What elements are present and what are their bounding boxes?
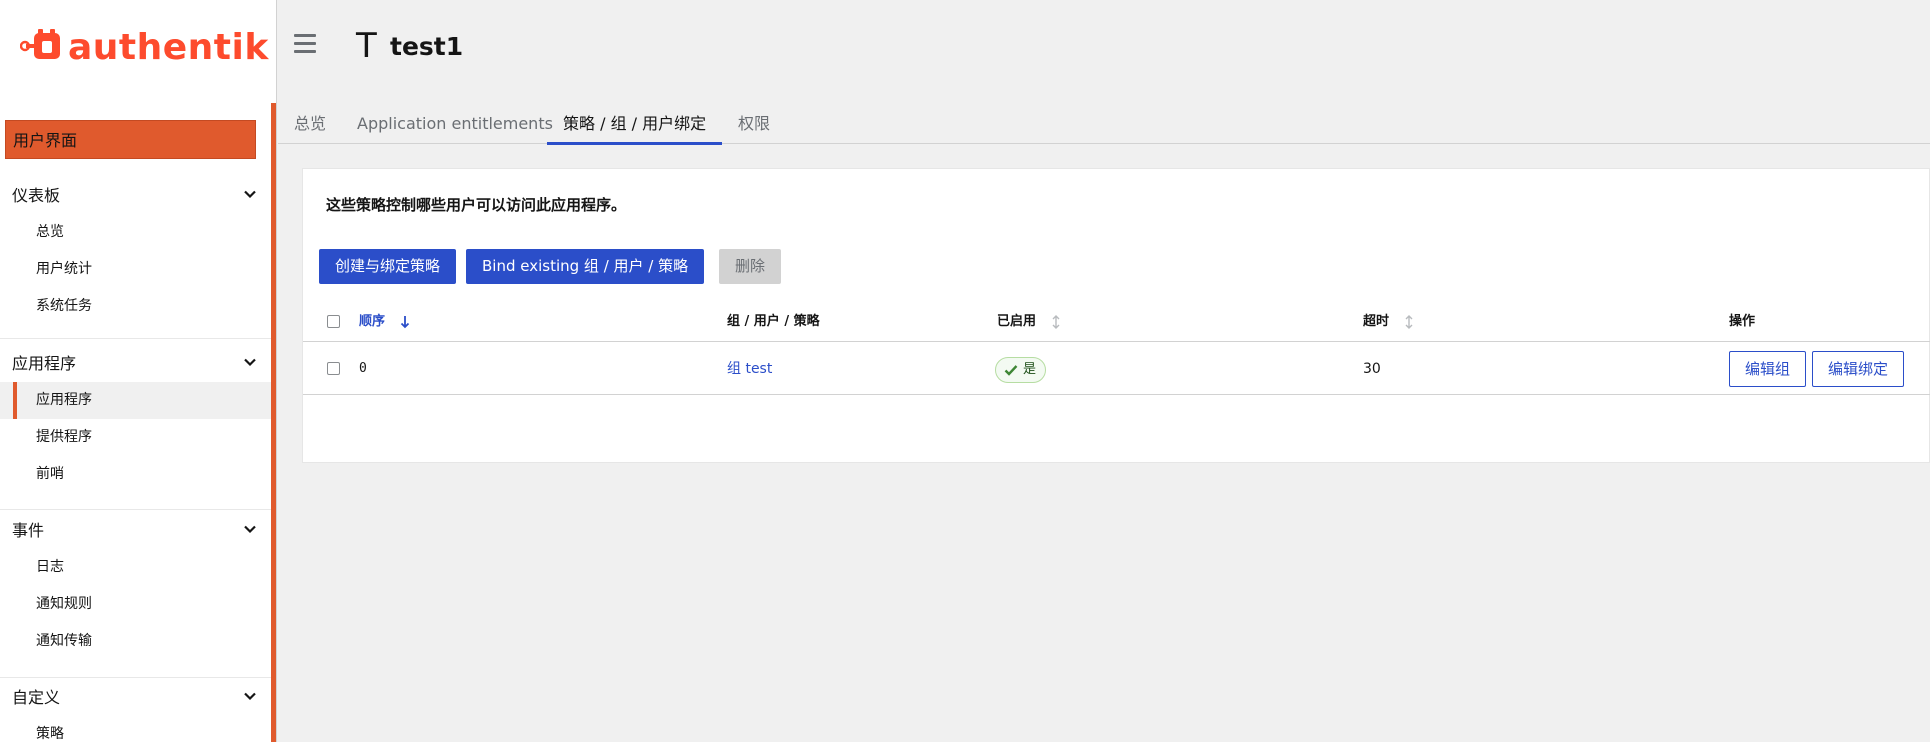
nav-section-events: 事件 日志 通知规则 通知传输 bbox=[0, 509, 271, 660]
brand-name: authentik bbox=[68, 27, 269, 68]
nav-section-label: 自定义 bbox=[12, 688, 61, 707]
chevron-down-icon bbox=[244, 692, 256, 701]
sidebar-item-notification-transports[interactable]: 通知传输 bbox=[0, 623, 271, 660]
edit-group-button[interactable]: 编辑组 bbox=[1729, 351, 1807, 387]
policy-bindings-card: 这些策略控制哪些用户可以访问此应用程序。 创建与绑定策略 Bind existi… bbox=[302, 168, 1930, 463]
bind-existing-button[interactable]: Bind existing 组 / 用户 / 策略 bbox=[466, 249, 705, 284]
tab-overview[interactable]: 总览 bbox=[278, 104, 342, 144]
nav-divider bbox=[0, 338, 271, 339]
chevron-down-icon bbox=[244, 358, 256, 367]
nav-section-header[interactable]: 自定义 bbox=[0, 676, 271, 716]
edit-binding-button[interactable]: 编辑绑定 bbox=[1812, 351, 1905, 387]
brand-logo[interactable]: authentik bbox=[20, 28, 269, 68]
app-icon-letter: T bbox=[356, 26, 377, 66]
sidebar: authentik 用户界面 仪表板 总览 用户统计 系统任务 应用程序 应用程… bbox=[0, 0, 277, 742]
tab-permissions[interactable]: 权限 bbox=[722, 104, 786, 144]
chevron-down-icon bbox=[244, 525, 256, 534]
select-all-checkbox[interactable] bbox=[327, 315, 340, 328]
column-actions: 操作 bbox=[1729, 314, 1756, 329]
sidebar-item-applications[interactable]: 应用程序 bbox=[0, 382, 271, 419]
nav-section-label: 应用程序 bbox=[12, 354, 77, 373]
status-badge: 是 bbox=[995, 357, 1047, 383]
row-checkbox[interactable] bbox=[327, 362, 340, 375]
tab-bar: 总览 Application entitlements 策略 / 组 / 用户绑… bbox=[278, 104, 1930, 145]
sidebar-accent-bar bbox=[271, 103, 276, 742]
column-enabled[interactable]: 已启用 bbox=[997, 302, 1061, 342]
hamburger-menu-icon[interactable] bbox=[294, 34, 316, 54]
column-order[interactable]: 顺序 bbox=[359, 302, 410, 342]
badge-label: 是 bbox=[1023, 362, 1037, 377]
sidebar-item-overview[interactable]: 总览 bbox=[0, 214, 271, 251]
sidebar-item-user-stats[interactable]: 用户统计 bbox=[0, 251, 271, 288]
column-label: 顺序 bbox=[359, 314, 386, 329]
column-target: 组 / 用户 / 策略 bbox=[727, 314, 820, 329]
tab-application-entitlements[interactable]: Application entitlements bbox=[341, 104, 569, 144]
nav-section-label: 事件 bbox=[12, 521, 45, 540]
nav-section-label: 仪表板 bbox=[12, 186, 61, 205]
nav-section-dashboard: 仪表板 总览 用户统计 系统任务 bbox=[0, 174, 271, 325]
sidebar-item-notification-rules[interactable]: 通知规则 bbox=[0, 586, 271, 623]
sidebar-item-system-tasks[interactable]: 系统任务 bbox=[0, 288, 271, 325]
nav-section-header[interactable]: 仪表板 bbox=[0, 174, 271, 214]
nav-section-header[interactable]: 应用程序 bbox=[0, 342, 271, 382]
check-icon bbox=[1004, 365, 1018, 376]
app-root: authentik 用户界面 仪表板 总览 用户统计 系统任务 应用程序 应用程… bbox=[0, 0, 1930, 742]
sort-descending-icon bbox=[400, 315, 409, 328]
sidebar-item-logs[interactable]: 日志 bbox=[0, 549, 271, 586]
cell-timeout: 30 bbox=[1363, 361, 1381, 377]
user-interface-button[interactable]: 用户界面 bbox=[5, 120, 256, 159]
chevron-down-icon bbox=[244, 190, 256, 199]
cell-target-link[interactable]: 组 test bbox=[727, 343, 772, 395]
card-description: 这些策略控制哪些用户可以访问此应用程序。 bbox=[326, 196, 627, 214]
column-label: 超时 bbox=[1363, 314, 1390, 329]
sort-icon bbox=[1052, 314, 1060, 329]
sidebar-item-outposts[interactable]: 前哨 bbox=[0, 456, 271, 493]
table-header-row: 顺序 组 / 用户 / 策略 已启用 超时 操作 bbox=[303, 302, 1930, 342]
tab-policy-bindings[interactable]: 策略 / 组 / 用户绑定 bbox=[547, 104, 723, 145]
column-label: 已启用 bbox=[997, 314, 1037, 329]
authentik-logo-icon bbox=[20, 29, 60, 59]
delete-button[interactable]: 删除 bbox=[719, 249, 782, 284]
page-header: T test1 bbox=[278, 0, 1930, 95]
sidebar-item-providers[interactable]: 提供程序 bbox=[0, 419, 271, 456]
create-and-bind-policy-button[interactable]: 创建与绑定策略 bbox=[319, 249, 457, 284]
nav-section-customization: 自定义 策略 bbox=[0, 676, 271, 742]
sidebar-item-policies[interactable]: 策略 bbox=[0, 716, 271, 742]
nav-section-header[interactable]: 事件 bbox=[0, 509, 271, 549]
cell-order: 0 bbox=[359, 361, 367, 376]
page-title: test1 bbox=[390, 32, 464, 61]
column-timeout[interactable]: 超时 bbox=[1363, 302, 1414, 342]
sort-icon bbox=[1405, 314, 1413, 329]
nav-section-applications: 应用程序 应用程序 提供程序 前哨 bbox=[0, 342, 271, 493]
table-row: 0 组 test 是 30 编辑组 编辑绑定 bbox=[303, 343, 1930, 395]
